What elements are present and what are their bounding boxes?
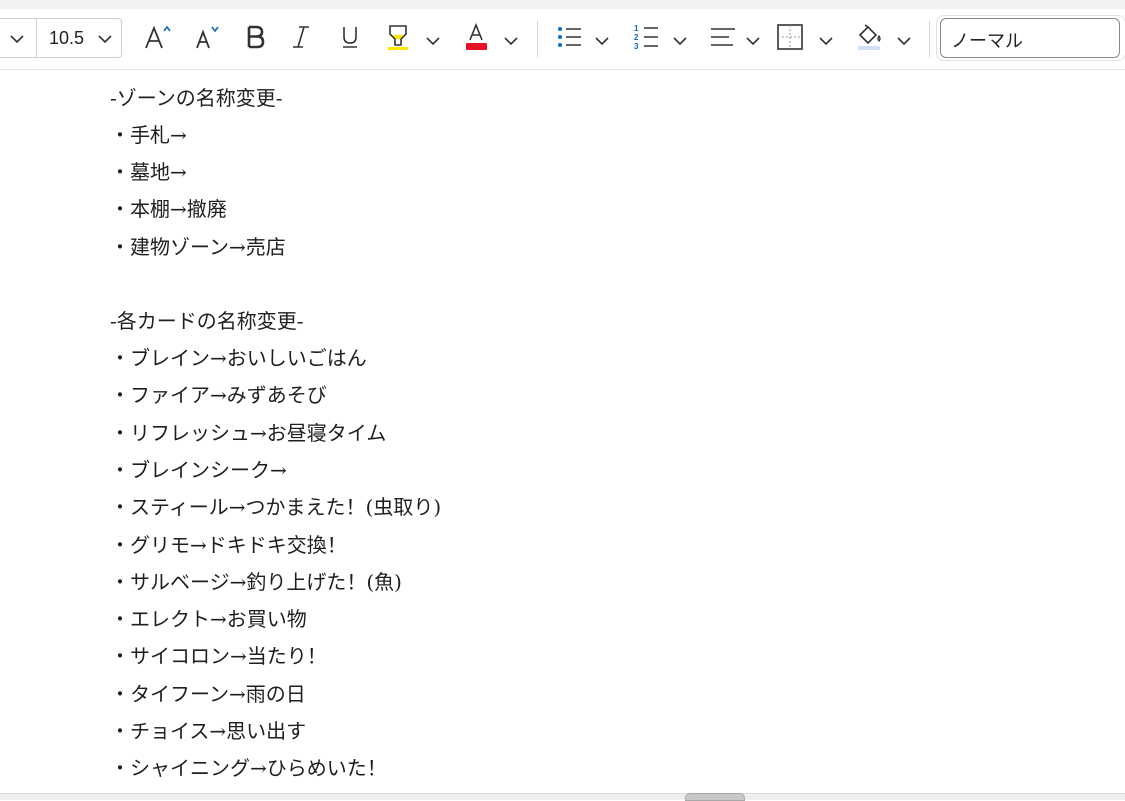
doc-line[interactable]: ・エレクト→お買い物	[110, 606, 307, 632]
doc-line[interactable]: ・建物ゾーン→売店	[110, 234, 286, 260]
toolbar-divider	[929, 21, 930, 57]
font-color-icon	[463, 22, 489, 56]
shading-chevron-down-icon[interactable]	[896, 33, 912, 53]
window-top-strip	[0, 0, 1125, 9]
highlighter-icon	[385, 23, 411, 55]
bold-icon	[243, 24, 267, 54]
grow-font-icon	[142, 22, 174, 56]
numbered-list-icon: 1 2 3	[633, 23, 659, 55]
doc-heading[interactable]: -各カードの名称変更-	[110, 308, 304, 334]
align-chevron-down-icon[interactable]	[745, 33, 761, 53]
font-size-value[interactable]: 10.5	[49, 28, 84, 49]
doc-line[interactable]: ・リフレッシュ→お昼寝タイム	[110, 420, 386, 446]
underline-button[interactable]	[333, 21, 367, 57]
doc-line[interactable]: ・スティール→つかまえた！(虫取り)	[110, 494, 441, 520]
doc-line[interactable]: ・ブレイン→おいしいごはん	[110, 345, 367, 371]
document-canvas[interactable]: -ゾーンの名称変更- ・手札→ ・墓地→ ・本棚→撤廃 ・建物ゾーン→売店 -各…	[0, 70, 1125, 793]
align-icon	[709, 24, 737, 54]
doc-line[interactable]: ・シャイニング→ひらめいた！	[110, 755, 387, 781]
font-size-chevron-down-icon[interactable]	[97, 31, 113, 51]
doc-line[interactable]: ・サイコロン→当たり！	[110, 643, 327, 669]
doc-line[interactable]: ・本棚→撤廃	[110, 196, 227, 222]
highlight-button[interactable]	[382, 21, 414, 57]
bullet-list-button[interactable]	[553, 21, 585, 57]
font-color-chevron-down-icon[interactable]	[503, 33, 519, 53]
shrink-font-icon	[192, 22, 224, 56]
doc-line[interactable]: ・サルベージ→釣り上げた！(魚)	[110, 569, 402, 595]
doc-line[interactable]: ・ブレインシーク→	[110, 457, 287, 483]
horizontal-scrollbar-thumb[interactable]	[685, 793, 745, 801]
doc-line[interactable]: ・タイフーン→雨の日	[110, 681, 306, 707]
font-color-button[interactable]	[460, 21, 492, 57]
bullet-list-icon	[556, 24, 582, 54]
borders-icon	[776, 23, 804, 55]
doc-line[interactable]: ・手札→	[110, 122, 187, 148]
numbered-list-chevron-down-icon[interactable]	[672, 33, 688, 53]
grow-font-button[interactable]	[140, 21, 176, 57]
bullet-list-chevron-down-icon[interactable]	[594, 33, 610, 53]
style-selector-value: ノーマル	[951, 31, 1023, 52]
doc-line[interactable]: ・墓地→	[110, 159, 187, 185]
svg-text:1: 1	[634, 24, 639, 33]
borders-chevron-down-icon[interactable]	[818, 33, 834, 53]
align-button[interactable]	[707, 21, 739, 57]
svg-text:2: 2	[634, 33, 639, 42]
shading-icon	[855, 22, 883, 56]
font-name-dropdown-chevron-icon[interactable]	[9, 31, 25, 51]
doc-line[interactable]: ・グリモ→ドキドキ交換！	[110, 532, 347, 558]
italic-icon	[289, 24, 313, 54]
doc-heading[interactable]: -ゾーンの名称変更-	[110, 85, 283, 111]
toolbar-divider	[537, 21, 538, 57]
svg-text:3: 3	[634, 42, 639, 51]
doc-line[interactable]: ・ファイア→みずあそび	[110, 382, 327, 408]
shrink-font-button[interactable]	[190, 21, 226, 57]
shading-button[interactable]	[853, 21, 885, 57]
style-selector[interactable]: ノーマル	[940, 18, 1120, 58]
underline-icon	[338, 24, 362, 54]
italic-button[interactable]	[284, 21, 318, 57]
formatting-toolbar: 10.5 1 2 3 ノーマル	[0, 9, 1125, 70]
bold-button[interactable]	[238, 21, 272, 57]
numbered-list-button[interactable]: 1 2 3	[630, 21, 662, 57]
combo-divider	[36, 19, 37, 57]
doc-line[interactable]: ・チョイス→思い出す	[110, 718, 306, 744]
highlight-chevron-down-icon[interactable]	[425, 33, 441, 53]
font-size-combo[interactable]: 10.5	[0, 18, 122, 58]
borders-button[interactable]	[774, 21, 806, 57]
